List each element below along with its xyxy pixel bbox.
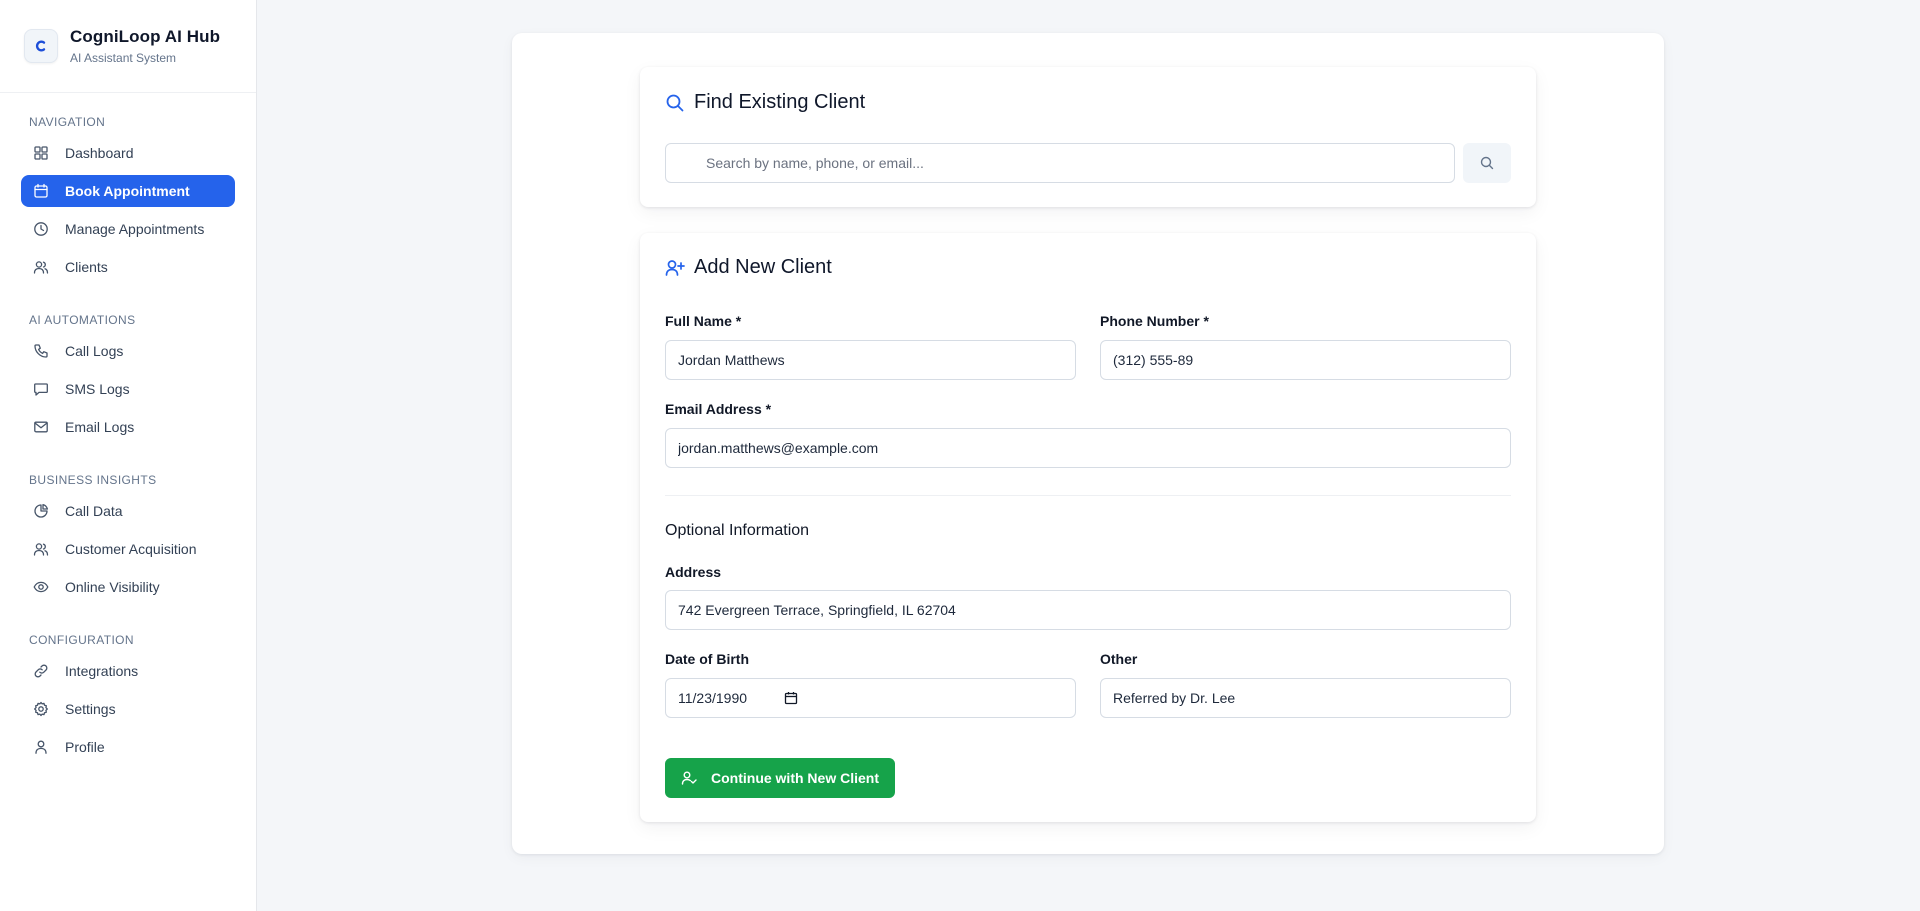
continue-button-label: Continue with New Client (711, 770, 879, 786)
main-card: Find Existing Client Add New Client Full… (512, 33, 1664, 854)
link-icon (33, 663, 49, 679)
full-name-input[interactable] (665, 340, 1076, 380)
pie-chart-icon (33, 503, 49, 519)
nav-section-title: BUSINESS INSIGHTS (29, 473, 157, 487)
sidebar-item-label: SMS Logs (65, 381, 130, 397)
nav-section-title: NAVIGATION (29, 115, 106, 129)
brand-subtitle: AI Assistant System (70, 51, 177, 65)
find-client-panel: Find Existing Client (640, 67, 1536, 207)
add-client-title-text: Add New Client (694, 256, 832, 278)
sidebar-item-book-appointment[interactable]: Book Appointment (21, 175, 235, 207)
sidebar-nav: NAVIGATION Dashboard Book Appointment Manag… (0, 113, 256, 763)
sidebar-item-label: Call Data (65, 503, 123, 519)
add-client-title: Add New Client (665, 256, 832, 279)
dob-input[interactable]: 11/23/1990 (665, 678, 1076, 718)
dob-label: Date of Birth (665, 651, 749, 667)
sidebar-item-settings[interactable]: Settings (21, 693, 235, 725)
phone-input[interactable] (1100, 340, 1511, 380)
full-name-label: Full Name * (665, 313, 742, 329)
logo-c-icon (35, 40, 46, 52)
eye-icon (33, 579, 49, 595)
mail-icon (33, 419, 49, 435)
sidebar-item-call-logs[interactable]: Call Logs (21, 335, 235, 367)
sidebar-item-label: Dashboard (65, 145, 134, 161)
search-icon (1480, 156, 1494, 170)
address-input[interactable] (665, 590, 1511, 630)
search-icon (665, 93, 685, 113)
sidebar-item-label: Integrations (65, 663, 139, 679)
address-label: Address (665, 564, 722, 580)
nav-section-title: AI AUTOMATIONS (29, 313, 136, 327)
sidebar-item-online-visibility[interactable]: Online Visibility (21, 571, 235, 603)
user-icon (33, 739, 49, 755)
sidebar-item-call-data[interactable]: Call Data (21, 495, 235, 527)
sidebar-item-clients[interactable]: Clients (21, 251, 235, 283)
brand-header: CogniLoop AI Hub AI Assistant System (0, 0, 256, 93)
brand-title: CogniLoop AI Hub (70, 27, 221, 46)
users-icon (33, 259, 49, 275)
sidebar-item-label: Profile (65, 739, 105, 755)
find-client-title-text: Find Existing Client (694, 91, 866, 113)
optional-info-heading: Optional Information (665, 522, 810, 539)
grid-icon (33, 145, 49, 161)
search-button[interactable] (1463, 143, 1511, 183)
user-plus-icon (665, 258, 685, 278)
sidebar-item-dashboard[interactable]: Dashboard (21, 137, 235, 169)
calendar-icon (33, 183, 49, 199)
client-search-input[interactable] (665, 143, 1455, 183)
search-field-wrapper (665, 143, 1455, 183)
other-input[interactable] (1100, 678, 1511, 718)
email-label: Email Address * (665, 401, 772, 417)
nav-section-title: CONFIGURATION (29, 633, 134, 647)
message-icon (33, 381, 49, 397)
sidebar-item-label: Call Logs (65, 343, 124, 359)
gear-icon (33, 701, 49, 717)
users-icon (33, 541, 49, 557)
sidebar-item-label: Clients (65, 259, 108, 275)
sidebar-item-label: Customer Acquisition (65, 541, 197, 557)
nav-section: NAVIGATION Dashboard Book Appointment Manag… (0, 113, 256, 283)
clock-icon (33, 221, 49, 237)
nav-section: BUSINESS INSIGHTS Call Data Customer Acqui… (0, 471, 256, 603)
find-client-title: Find Existing Client (665, 91, 865, 114)
user-check-icon (681, 770, 697, 786)
email-input[interactable] (665, 428, 1511, 468)
dob-value: 11/23/1990 (678, 690, 748, 706)
phone-label: Phone Number * (1100, 313, 1209, 329)
sidebar-item-profile[interactable]: Profile (21, 731, 235, 763)
sidebar-item-label: Email Logs (65, 419, 135, 435)
other-label: Other (1100, 651, 1138, 667)
sidebar-item-label: Online Visibility (65, 579, 160, 595)
nav-section: AI AUTOMATIONS Call Logs SMS Logs Email Log… (0, 311, 256, 443)
sidebar-item-label: Settings (65, 701, 116, 717)
sidebar-item-integrations[interactable]: Integrations (21, 655, 235, 687)
phone-icon (33, 343, 49, 359)
calendar-icon[interactable] (784, 691, 798, 705)
nav-section: CONFIGURATION Integrations Settings Profile (0, 631, 256, 763)
brand-logo[interactable] (24, 29, 58, 63)
sidebar: CogniLoop AI Hub AI Assistant System NAV… (0, 0, 257, 911)
continue-new-client-button[interactable]: Continue with New Client (665, 758, 895, 798)
sidebar-item-customer-acquisition[interactable]: Customer Acquisition (21, 533, 235, 565)
sidebar-item-label: Manage Appointments (65, 221, 205, 237)
sidebar-item-email-logs[interactable]: Email Logs (21, 411, 235, 443)
sidebar-item-sms-logs[interactable]: SMS Logs (21, 373, 235, 405)
sidebar-item-manage-appointments[interactable]: Manage Appointments (21, 213, 235, 245)
section-divider (665, 495, 1511, 496)
sidebar-item-label: Book Appointment (65, 183, 190, 199)
add-client-panel: Add New Client Full Name * Phone Number … (640, 233, 1536, 822)
